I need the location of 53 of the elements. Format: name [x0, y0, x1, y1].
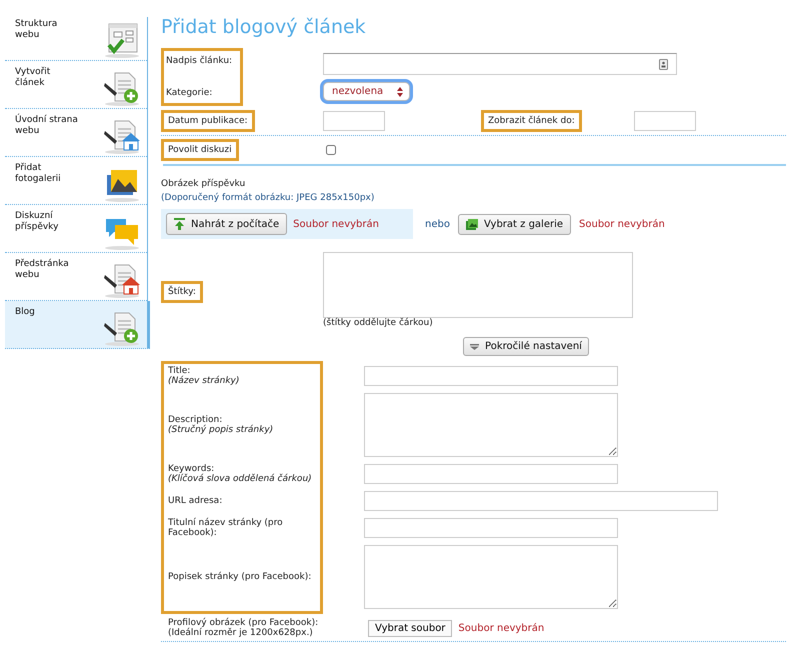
field-label: Popisek stránky (pro Facebook): [168, 572, 312, 582]
headline-field[interactable] [323, 53, 677, 75]
date-field[interactable] [323, 111, 385, 131]
field-label: Description: [168, 415, 224, 425]
input-field[interactable] [364, 366, 618, 386]
or-text: nebo [425, 218, 450, 230]
input-field[interactable] [364, 464, 618, 484]
file-status: Soubor nevybrán [293, 218, 379, 230]
checkbox[interactable] [326, 145, 336, 155]
tags-hint: (štítky oddělujte čárkou) [323, 318, 434, 328]
upload-button[interactable]: Nahrát z počítače [166, 213, 288, 235]
field-label: Nadpis článku: [166, 56, 234, 66]
choose-file-button[interactable]: Vybrat soubor [368, 620, 452, 636]
field-note: (Klíčová slova oddělená čárkou) [168, 474, 313, 484]
format-hint: (Doporučený formát obrázku: JPEG 285x150px) [161, 193, 376, 203]
field-label: Povolit diskuzi [161, 139, 239, 161]
field-label: Profilový obrázek (pro Facebook): [168, 618, 320, 628]
category-select[interactable]: nezvolena [323, 82, 410, 101]
sidebar-item[interactable]: Struktura webu [5, 17, 147, 61]
advanced-settings-button[interactable]: Pokročilé nastavení [463, 337, 589, 356]
file-status: Soubor nevybrán [458, 622, 544, 634]
field-label: Štítky: [161, 281, 203, 303]
field-label: Datum publikace: [161, 110, 255, 132]
sidebar-item[interactable]: Diskuzní příspěvky [5, 205, 147, 253]
sidebar-item[interactable]: Úvodní strana webu [5, 109, 147, 157]
page-title: Přidat blogový článek [161, 16, 367, 38]
field-label: Title: [168, 366, 190, 376]
sidebar-item[interactable]: Vytvořit článek [5, 61, 147, 109]
field-label: URL adresa: [168, 496, 224, 506]
contact-card-icon [659, 58, 668, 70]
field-label: Zobrazit článek do: [481, 110, 582, 132]
tags-field[interactable] [323, 252, 633, 318]
image-icon [466, 218, 478, 230]
field-note: (Stručný popis stránky) [168, 425, 274, 435]
size-hint: (Ideální rozměr je 1200x628px.) [168, 628, 314, 638]
text-area[interactable] [364, 393, 618, 457]
field-note: (Název stránky) [168, 376, 240, 386]
input-field[interactable] [364, 491, 718, 511]
text-area[interactable] [364, 545, 618, 609]
sidebar-item[interactable]: Blog [5, 301, 150, 349]
field-label: Keywords: [168, 464, 216, 474]
caret-down-icon [470, 344, 480, 350]
structure-check-icon [103, 21, 141, 59]
input-field[interactable] [364, 518, 618, 538]
field-label: Kategorie: [166, 88, 214, 98]
field-label: Titulní název stránky (pro Facebook): [168, 518, 284, 538]
section-heading: Obrázek příspěvku [161, 179, 246, 189]
gallery-button[interactable]: Vybrat z galerie [458, 214, 572, 234]
sidebar-item[interactable]: Přidat fotogalerii [5, 157, 147, 205]
caret-icon [397, 86, 404, 96]
upload-icon [174, 218, 185, 230]
date-field[interactable] [634, 111, 696, 131]
file-status: Soubor nevybrán [579, 218, 665, 230]
